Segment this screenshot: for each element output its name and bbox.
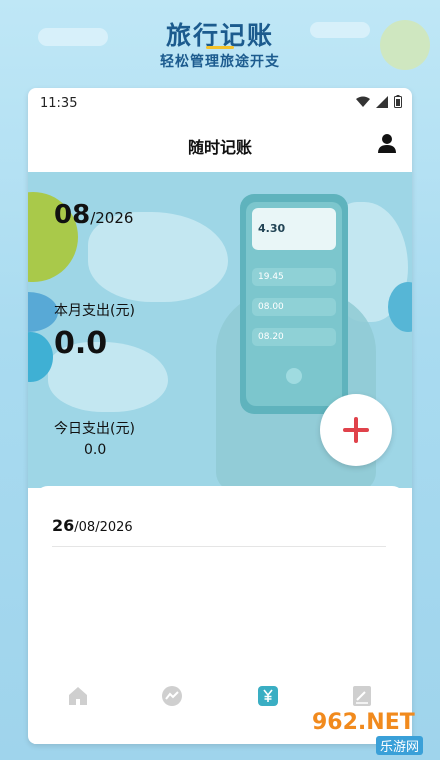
signal-icon xyxy=(376,95,388,108)
wifi-icon xyxy=(356,96,370,107)
battery-icon xyxy=(394,95,402,108)
status-time: 11:35 xyxy=(40,96,78,111)
note-icon[interactable] xyxy=(350,684,374,708)
phone-illustration-screen: 4.30 19.45 08.00 08.20 xyxy=(246,202,342,406)
illustration-card-time: 4.30 xyxy=(258,222,286,235)
today-expense-label: 今日支出(元) xyxy=(54,421,135,437)
record-day-header: 26/08/2026 xyxy=(52,516,133,535)
site-watermark: 962.NET 乐游网 xyxy=(300,708,436,756)
today-expense-amount: 0.0 xyxy=(84,442,107,458)
phone-screen: 11:35 随时记账 4.30 19.45 08.00 08.20 08/202… xyxy=(28,88,412,744)
phone-illustration: 4.30 19.45 08.00 08.20 xyxy=(240,194,348,414)
status-bar: 11:35 xyxy=(28,88,412,118)
promo-underline xyxy=(206,46,234,49)
add-record-button[interactable] xyxy=(320,394,392,466)
home-icon[interactable] xyxy=(66,684,90,708)
month-expense-amount: 0.0 xyxy=(54,326,108,361)
illustration-plus xyxy=(286,368,302,384)
watermark-sub: 乐游网 xyxy=(376,736,424,755)
app-title: 随时记账 xyxy=(187,138,252,157)
illustration-row: 08.00 xyxy=(252,298,336,316)
current-month: 08/2026 xyxy=(54,200,133,230)
yuan-icon[interactable] xyxy=(256,684,280,708)
illustration-row: 08.20 xyxy=(252,328,336,346)
month-expense-label: 本月支出(元) xyxy=(54,303,135,319)
promo-subtitle: 轻松管理旅途开支 xyxy=(160,54,280,70)
profile-icon[interactable] xyxy=(376,132,398,154)
illustration-row: 19.45 xyxy=(252,268,336,286)
watermark-brand: 962.NET xyxy=(312,710,415,735)
status-icons xyxy=(356,95,402,108)
month-year: /2026 xyxy=(90,209,134,227)
day-divider xyxy=(52,546,386,547)
illustration-card: 4.30 xyxy=(252,208,336,250)
month-number: 08 xyxy=(54,200,91,230)
record-day: 26 xyxy=(52,516,75,535)
record-month-year: /08/2026 xyxy=(74,520,133,535)
chart-icon[interactable] xyxy=(160,684,184,708)
app-bar: 随时记账 xyxy=(28,118,412,170)
